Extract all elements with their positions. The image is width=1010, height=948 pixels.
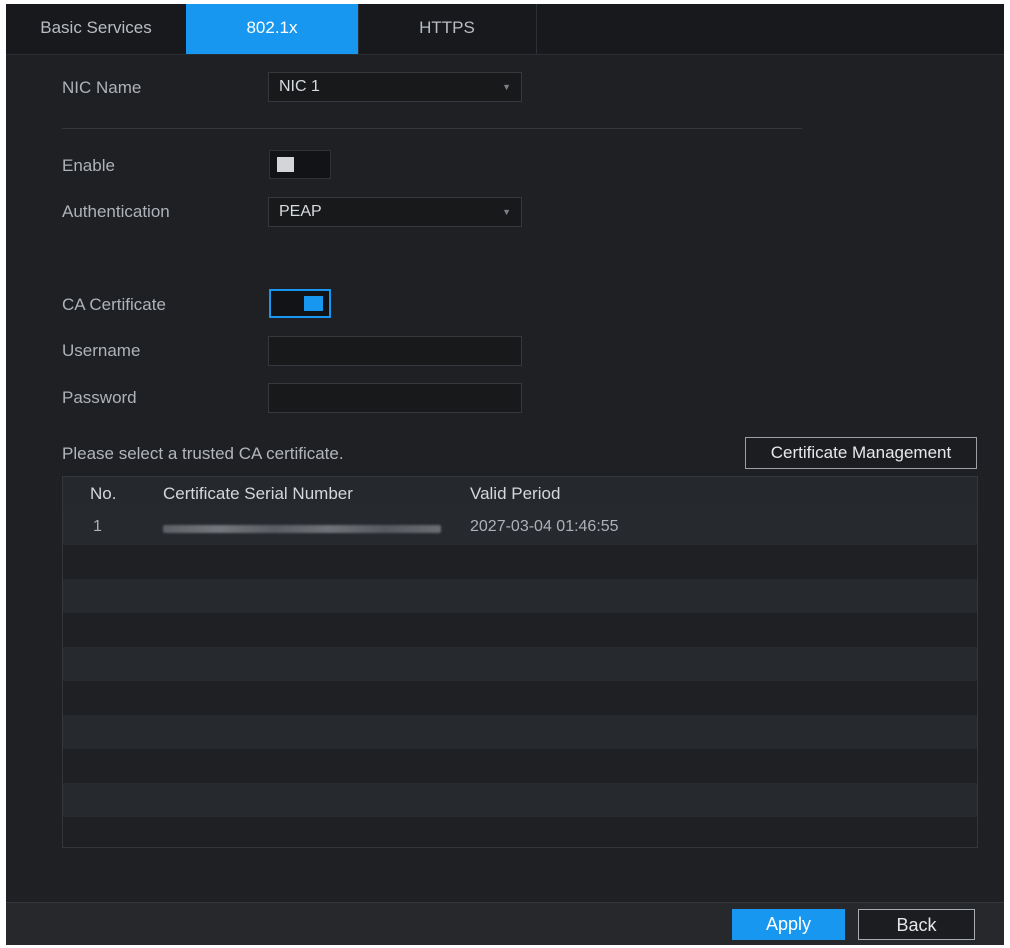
chevron-down-icon: ▼	[502, 207, 511, 217]
table-row	[63, 817, 977, 847]
ca-certificate-label: CA Certificate	[62, 295, 166, 314]
table-row	[63, 545, 977, 579]
tab-bar: Basic Services 802.1x HTTPS	[6, 4, 1004, 55]
redacted-serial	[163, 525, 441, 533]
toggle-knob	[277, 157, 294, 172]
table-row	[63, 783, 977, 817]
footer-bar: Apply Back	[6, 902, 1004, 945]
settings-panel: Basic Services 802.1x HTTPS NIC Name NIC…	[6, 4, 1004, 945]
section-divider	[62, 128, 802, 129]
table-row[interactable]: 1 2027-03-04 01:46:55	[63, 511, 977, 545]
username-label: Username	[62, 341, 141, 360]
password-input[interactable]	[268, 383, 522, 413]
table-row	[63, 681, 977, 715]
table-row	[63, 579, 977, 613]
authentication-value: PEAP	[279, 203, 322, 220]
enable-label: Enable	[62, 156, 115, 175]
nic-name-value: NIC 1	[279, 78, 320, 95]
nic-name-label: NIC Name	[62, 78, 142, 97]
table-row	[63, 749, 977, 783]
username-input[interactable]	[268, 336, 522, 366]
column-header-valid-period: Valid Period	[470, 484, 561, 503]
table-row	[63, 613, 977, 647]
toggle-knob	[304, 296, 323, 311]
apply-button[interactable]: Apply	[732, 909, 845, 940]
column-header-no: No.	[90, 484, 117, 503]
authentication-label: Authentication	[62, 202, 170, 221]
enable-toggle[interactable]	[269, 150, 331, 179]
certificate-table: No. Certificate Serial Number Valid Peri…	[62, 476, 978, 848]
table-header: No. Certificate Serial Number Valid Peri…	[63, 477, 977, 511]
chevron-down-icon: ▼	[502, 82, 511, 92]
tab-802-1x[interactable]: 802.1x	[186, 4, 359, 54]
cell-no: 1	[93, 518, 102, 535]
ca-hint-text: Please select a trusted CA certificate.	[62, 444, 344, 463]
certificate-management-button[interactable]: Certificate Management	[745, 437, 977, 469]
tab-basic-services[interactable]: Basic Services	[6, 4, 187, 54]
table-row	[63, 647, 977, 681]
nic-name-select[interactable]: NIC 1 ▼	[268, 72, 522, 102]
password-label: Password	[62, 388, 137, 407]
tab-https[interactable]: HTTPS	[358, 4, 537, 54]
authentication-select[interactable]: PEAP ▼	[268, 197, 522, 227]
back-button[interactable]: Back	[858, 909, 975, 940]
column-header-serial: Certificate Serial Number	[163, 484, 353, 503]
table-row	[63, 715, 977, 749]
cell-valid-period: 2027-03-04 01:46:55	[470, 518, 619, 535]
ca-certificate-toggle[interactable]	[269, 289, 331, 318]
